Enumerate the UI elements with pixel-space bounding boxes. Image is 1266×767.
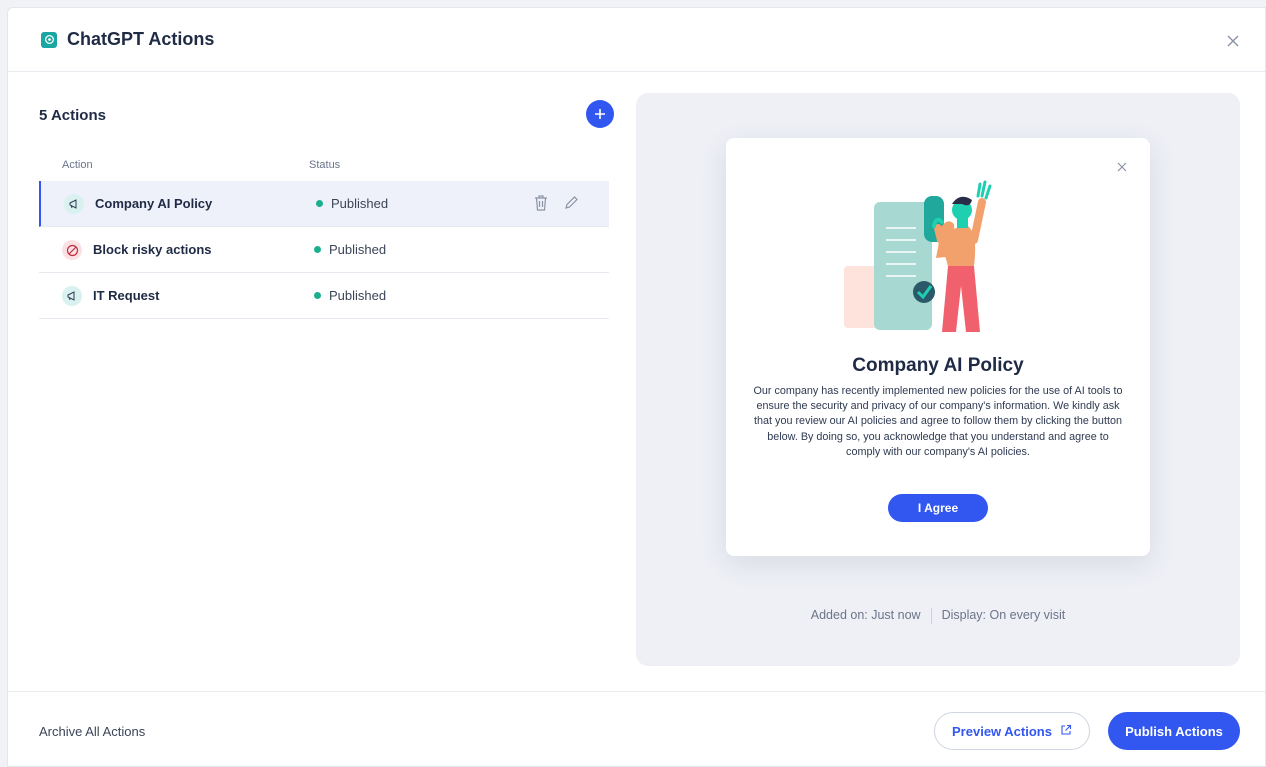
status-badge: Published bbox=[314, 242, 386, 257]
block-icon bbox=[62, 240, 82, 260]
edit-pencil-icon[interactable] bbox=[563, 194, 579, 217]
close-icon[interactable] bbox=[1116, 160, 1128, 172]
display-frequency-text: Display: On every visit bbox=[941, 608, 1066, 622]
plus-icon bbox=[595, 109, 605, 119]
status-dot bbox=[314, 246, 321, 253]
status-text: Published bbox=[329, 242, 387, 257]
policy-illustration bbox=[844, 180, 992, 332]
table-row[interactable]: Company AI Policy Published bbox=[39, 181, 609, 227]
status-text: Published bbox=[329, 288, 387, 303]
publish-actions-button[interactable]: Publish Actions bbox=[1108, 712, 1240, 750]
status-badge: Published bbox=[316, 196, 388, 211]
table-row[interactable]: Block risky actions Published bbox=[39, 227, 609, 273]
preview-body: Our company has recently implemented new… bbox=[753, 385, 1123, 458]
table-header: Action Status bbox=[39, 155, 609, 175]
preview-panel: Company AI Policy Our company has recent… bbox=[636, 93, 1240, 666]
column-header-action: Action bbox=[62, 159, 93, 171]
megaphone-icon bbox=[62, 286, 82, 306]
modal-header: ChatGPT Actions bbox=[8, 8, 1265, 72]
status-dot bbox=[316, 200, 323, 207]
footer-divider bbox=[8, 691, 1265, 692]
added-on-text: Added on: Just now bbox=[810, 608, 921, 622]
action-name: Company AI Policy bbox=[95, 196, 213, 211]
row-tools bbox=[533, 194, 579, 217]
chatgpt-logo-icon bbox=[41, 31, 57, 48]
agree-button[interactable]: I Agree bbox=[888, 494, 988, 522]
archive-all-actions-link[interactable]: Archive All Actions bbox=[39, 724, 145, 739]
megaphone-icon bbox=[64, 194, 84, 214]
column-header-status: Status bbox=[309, 159, 341, 171]
preview-title: Company AI Policy bbox=[852, 355, 1024, 376]
actions-count: 5 Actions bbox=[39, 107, 106, 124]
close-icon[interactable] bbox=[1225, 33, 1241, 49]
divider bbox=[930, 608, 932, 624]
preview-actions-label: Preview Actions bbox=[952, 723, 1052, 739]
table-row[interactable]: IT Request Published bbox=[39, 273, 609, 319]
status-badge: Published bbox=[314, 288, 386, 303]
preview-meta: Added on: Just now Display: On every vis… bbox=[636, 608, 1240, 624]
preview-card: Company AI Policy Our company has recent… bbox=[726, 138, 1150, 556]
status-text: Published bbox=[331, 196, 389, 211]
status-dot bbox=[314, 292, 321, 299]
trash-icon[interactable] bbox=[533, 194, 549, 217]
modal-title: ChatGPT Actions bbox=[67, 29, 215, 49]
preview-actions-button[interactable]: Preview Actions bbox=[934, 712, 1090, 750]
add-action-button[interactable] bbox=[586, 100, 614, 128]
chatgpt-actions-modal: ChatGPT Actions 5 Actions Action Status … bbox=[7, 7, 1266, 767]
action-name: Block risky actions bbox=[93, 242, 212, 257]
external-link-icon bbox=[1060, 724, 1072, 739]
action-name: IT Request bbox=[93, 288, 160, 303]
actions-table: Company AI Policy Published Block risky … bbox=[39, 181, 609, 319]
